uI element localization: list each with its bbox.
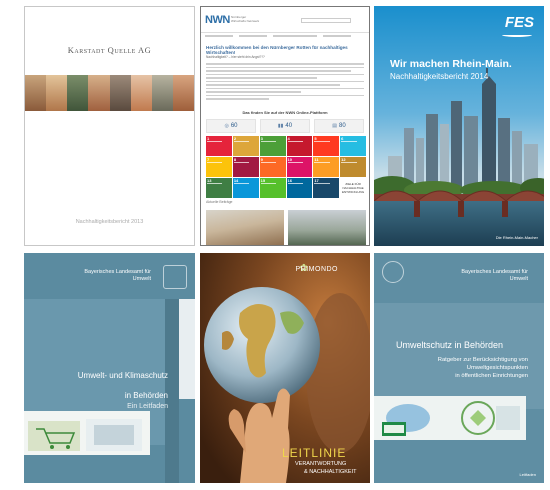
report-cover-klimaschutz[interactable]: Bayerisches Landesamt für Umwelt Umwelt-… bbox=[24, 253, 195, 483]
sdg-tile: 15 bbox=[259, 178, 286, 198]
fes-credit: Die Rhein-Main-Macher bbox=[495, 235, 538, 240]
bavaria-seal-icon bbox=[163, 265, 187, 289]
umweltschutz-subtitle-line: in öffentlichen Einrichtungen bbox=[455, 373, 528, 379]
fes-logo-swoosh bbox=[502, 33, 532, 37]
primondo-logo: PRIMONDO bbox=[295, 266, 338, 273]
report-cover-karstadt[interactable]: Karstadt Quelle AG Nachhaltigkeitsberich… bbox=[24, 6, 195, 246]
report-cover-primondo[interactable]: ✿ PRIMONDO LEITLINIE VERANTWORTUNG & NAC… bbox=[200, 253, 370, 483]
karstadt-brand-logo: Karstadt Quelle AG bbox=[67, 45, 152, 55]
primondo-title: LEITLINIE bbox=[282, 446, 347, 460]
nwn-sdg-grid: 1 2 3 4 5 6 7 8 9 10 11 12 13 14 15 16 17 ZIELE FÜR NACHH… bbox=[206, 136, 366, 198]
sdg-tile: 7 bbox=[206, 157, 232, 177]
sdg-tile: 5 bbox=[313, 136, 340, 156]
lfu-institution-name: Bayerisches Landesamt für Umwelt bbox=[84, 269, 151, 282]
people-icon: ▮▮ bbox=[277, 123, 284, 129]
report-cover-umweltschutz[interactable]: Bayerisches Landesamt für Umwelt Umwelts… bbox=[374, 253, 544, 483]
shopping-cart-illustration bbox=[24, 411, 150, 455]
report-cover-fes[interactable]: FES Wir machen Rhein-Main. Nachhaltigkei… bbox=[374, 6, 544, 246]
frankfurt-skyline-photo bbox=[374, 6, 544, 246]
sdg-tile: 16 bbox=[286, 178, 313, 198]
nwn-headline: Herzlich willkommen bei den Nürnberger R… bbox=[206, 45, 348, 55]
fes-logo: FES bbox=[504, 14, 534, 31]
klimaschutz-lead: Ein Leitfaden bbox=[127, 403, 168, 410]
calendar-icon: ▤ bbox=[332, 123, 338, 129]
sdg-tile: 12 bbox=[340, 157, 366, 177]
sdg-tile: 6 bbox=[340, 136, 366, 156]
nwn-more-label: Aktuelle Beiträge bbox=[206, 200, 233, 204]
nwn-section-title: Das finden Sie auf der NWN Online-Plattf… bbox=[242, 110, 328, 115]
nwn-header: NWN Nürnberger Wirtschafts Netzwerk bbox=[201, 7, 369, 33]
nwn-subheadline: Nachhaltigkeit? – hier steht drin Angst?… bbox=[206, 55, 265, 59]
nwn-counter: ◎ 60 bbox=[206, 119, 256, 133]
sdg-tile: 10 bbox=[286, 157, 313, 177]
nwn-counter: ▤ 80 bbox=[314, 119, 364, 133]
klimaschutz-title: Umwelt- und Klimaschutz bbox=[77, 371, 168, 380]
nwn-counters: ◎ 60 ▮▮ 40 ▤ 80 bbox=[206, 119, 364, 133]
sdg-tile: 17 bbox=[313, 178, 340, 198]
umweltschutz-subtitle-line: Umweltgesichtspunkten bbox=[466, 365, 528, 371]
umweltschutz-title-band bbox=[374, 303, 544, 409]
primondo-subtitle-line1: VERANTWORTUNG bbox=[295, 461, 347, 467]
nwn-search-input bbox=[301, 18, 351, 23]
umweltschutz-title: Umweltschutz in Behörden bbox=[396, 340, 504, 350]
sdg-tile: 2 bbox=[232, 136, 259, 156]
primondo-subtitle-line2: & NACHHALTIGKEIT bbox=[304, 469, 357, 475]
target-icon: ◎ bbox=[224, 123, 229, 129]
nwn-counter: ▮▮ 40 bbox=[260, 119, 310, 133]
sdg-logo: ZIELE FÜR NACHHALTIGE ENTWICKLUNG bbox=[340, 178, 366, 198]
sdg-tile: 4 bbox=[286, 136, 313, 156]
sdg-tile: 13 bbox=[206, 178, 232, 198]
sdg-tile: 14 bbox=[232, 178, 259, 198]
sdg-tile: 3 bbox=[259, 136, 286, 156]
umweltschutz-subtitle-line: Ratgeber zur Berücksichtigung von bbox=[437, 357, 528, 363]
umweltschutz-footer: Leitfaden bbox=[519, 472, 536, 477]
nwn-teaser-photo bbox=[288, 210, 366, 245]
lfu-institution-name: Bayerisches Landesamt für Umwelt bbox=[461, 269, 528, 282]
sdg-tile: 1 bbox=[206, 136, 232, 156]
klimaschutz-title2: in Behörden bbox=[124, 391, 168, 400]
nwn-teaser-photo bbox=[206, 210, 284, 245]
nwn-nav bbox=[205, 33, 365, 39]
fes-title: Wir machen Rhein-Main. bbox=[390, 58, 512, 70]
nwn-logo-subtitle: Nürnberger Wirtschafts Netzwerk bbox=[231, 15, 260, 23]
nwn-logo: NWN bbox=[205, 14, 230, 26]
nwn-body-text bbox=[206, 63, 364, 102]
sdg-tile: 8 bbox=[232, 157, 259, 177]
karstadt-report-year: Nachhaltigkeitsbericht 2013 bbox=[75, 219, 144, 225]
fes-subtitle: Nachhaltigkeitsbericht 2014 bbox=[390, 72, 489, 81]
report-cover-nwn-website[interactable]: NWN Nürnberger Wirtschafts Netzwerk Herz… bbox=[200, 6, 370, 246]
sdg-tile: 11 bbox=[313, 157, 340, 177]
karstadt-photo-strip bbox=[25, 75, 194, 111]
environment-stamp-illustration bbox=[374, 396, 526, 440]
bavaria-seal-icon bbox=[382, 261, 404, 283]
sdg-tile: 9 bbox=[259, 157, 286, 177]
